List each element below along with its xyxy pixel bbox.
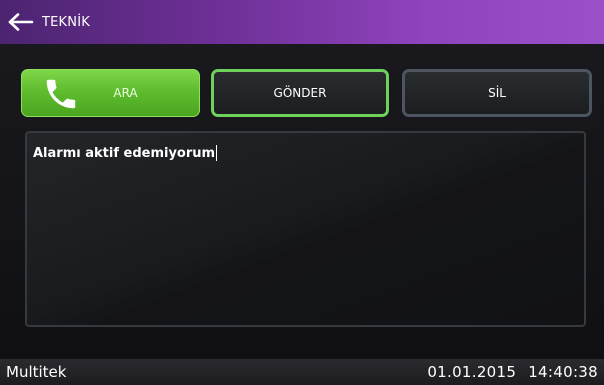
- header-bar: TEKNİK: [0, 0, 604, 44]
- brand-label: Multitek: [6, 363, 67, 381]
- time-label: 14:40:38: [528, 363, 598, 381]
- status-bar: Multitek 01.01.2015 14:40:38: [0, 359, 604, 385]
- message-textarea[interactable]: Alarmı aktif edemiyorum: [25, 131, 586, 327]
- action-buttons: ARA GÖNDER SİL: [21, 69, 592, 119]
- text-caret: [216, 145, 218, 161]
- arrow-left-icon: [8, 13, 34, 31]
- date-label: 01.01.2015: [427, 363, 517, 381]
- message-value: Alarmı aktif edemiyorum: [33, 145, 216, 161]
- call-button[interactable]: ARA: [21, 69, 200, 117]
- app-screen: TEKNİK ARA GÖNDER SİL Alarmı aktif edemi…: [0, 0, 604, 385]
- call-button-label: ARA: [113, 86, 138, 100]
- page-title: TEKNİK: [42, 14, 90, 30]
- delete-button-label: SİL: [488, 86, 506, 100]
- back-button[interactable]: [0, 0, 42, 44]
- message-text-line: Alarmı aktif edemiyorum: [33, 145, 218, 161]
- send-button[interactable]: GÖNDER: [211, 69, 389, 117]
- datetime-display: 01.01.2015 14:40:38: [427, 363, 598, 381]
- phone-icon: [42, 75, 80, 116]
- send-button-label: GÖNDER: [273, 86, 327, 100]
- delete-button[interactable]: SİL: [402, 69, 592, 117]
